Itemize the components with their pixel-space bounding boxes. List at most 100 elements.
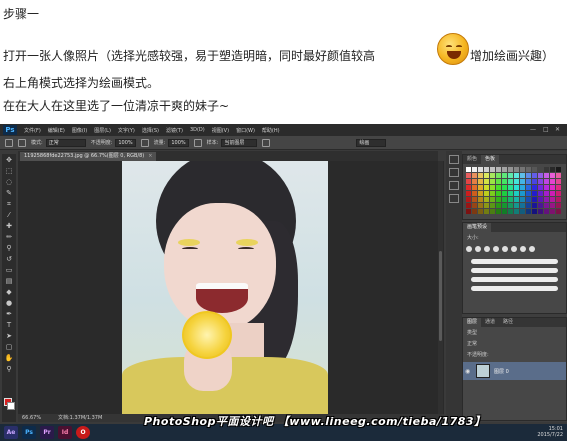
color-swatch[interactable]	[466, 203, 471, 208]
color-swatch[interactable]	[538, 167, 543, 172]
color-swatch[interactable]	[508, 203, 513, 208]
taskbar-opera[interactable]: O	[76, 426, 90, 439]
color-swatch[interactable]	[532, 209, 537, 214]
color-swatch[interactable]	[526, 167, 531, 172]
color-swatch[interactable]	[478, 197, 483, 202]
color-swatch[interactable]	[550, 203, 555, 208]
color-swatch[interactable]	[496, 173, 501, 178]
scrollbar-thumb[interactable]	[439, 251, 442, 341]
color-swatch[interactable]	[478, 167, 483, 172]
color-swatch[interactable]	[472, 191, 477, 196]
color-swatch[interactable]	[538, 197, 543, 202]
dodge-tool-icon[interactable]: ●	[4, 299, 14, 308]
color-swatch[interactable]	[526, 203, 531, 208]
taskbar-premiere[interactable]: Pr	[40, 426, 54, 439]
color-swatch[interactable]	[508, 185, 513, 190]
color-swatch[interactable]	[550, 191, 555, 196]
tab-swatches[interactable]: 色板	[481, 155, 500, 164]
color-swatch[interactable]	[544, 173, 549, 178]
menu-type[interactable]: 文字(Y)	[118, 127, 135, 134]
color-swatch[interactable]	[514, 179, 519, 184]
eraser-tool-icon[interactable]: ▭	[4, 266, 14, 275]
color-swatch[interactable]	[526, 185, 531, 190]
opacity-field[interactable]: 100%	[115, 138, 136, 147]
brush-stroke-preview[interactable]	[471, 259, 558, 264]
color-swatch[interactable]	[502, 197, 507, 202]
canvas-area[interactable]	[18, 161, 444, 414]
color-swatch[interactable]	[514, 197, 519, 202]
color-swatch[interactable]	[502, 173, 507, 178]
color-swatch[interactable]	[490, 191, 495, 196]
color-swatch[interactable]	[556, 203, 561, 208]
color-swatch[interactable]	[544, 191, 549, 196]
airbrush-icon[interactable]	[193, 138, 202, 147]
brush-tip-row[interactable]	[463, 243, 566, 255]
color-swatch[interactable]	[490, 179, 495, 184]
color-swatch[interactable]	[502, 185, 507, 190]
color-swatch[interactable]	[466, 167, 471, 172]
color-swatch[interactable]	[532, 173, 537, 178]
menu-edit[interactable]: 编辑(E)	[48, 127, 65, 134]
color-swatch[interactable]	[484, 209, 489, 214]
color-swatch[interactable]	[556, 179, 561, 184]
menu-view[interactable]: 视图(V)	[212, 127, 229, 134]
tab-color[interactable]: 颜色	[463, 155, 481, 164]
menu-window[interactable]: 窗口(W)	[236, 127, 255, 134]
menu-select[interactable]: 选择(S)	[142, 127, 159, 134]
minimize-icon[interactable]: —	[530, 126, 536, 133]
color-swatch[interactable]	[526, 173, 531, 178]
tab-paths[interactable]: 路径	[499, 318, 517, 327]
zoom-tool-icon[interactable]: ⚲	[4, 365, 14, 374]
close-tab-icon[interactable]: ×	[148, 153, 152, 159]
color-swatch[interactable]	[472, 179, 477, 184]
color-swatch[interactable]	[484, 173, 489, 178]
color-swatch[interactable]	[472, 197, 477, 202]
color-swatch[interactable]	[538, 173, 543, 178]
color-swatch[interactable]	[550, 185, 555, 190]
color-swatch[interactable]	[520, 185, 525, 190]
type-tool-icon[interactable]: T	[4, 321, 14, 330]
hand-tool-icon[interactable]: ✋	[4, 354, 14, 363]
menu-image[interactable]: 图像(I)	[72, 127, 87, 134]
color-swatch[interactable]	[502, 203, 507, 208]
color-swatch[interactable]	[484, 191, 489, 196]
color-swatch[interactable]	[502, 209, 507, 214]
layer-blend-mode[interactable]: 正常	[463, 338, 566, 349]
color-swatch[interactable]	[472, 185, 477, 190]
color-swatch[interactable]	[550, 167, 555, 172]
layer-kind-filter[interactable]: 类型	[463, 327, 566, 338]
color-swatch[interactable]	[484, 167, 489, 172]
tab-channels[interactable]: 通道	[481, 318, 499, 327]
shape-tool-icon[interactable]: ▢	[4, 343, 14, 352]
color-swatch[interactable]	[496, 167, 501, 172]
color-swatch[interactable]	[532, 167, 537, 172]
color-swatch[interactable]	[538, 179, 543, 184]
path-select-tool-icon[interactable]: ➤	[4, 332, 14, 341]
color-swatch[interactable]	[502, 167, 507, 172]
color-swatch[interactable]	[532, 179, 537, 184]
crop-tool-icon[interactable]: ⌗	[4, 200, 14, 209]
sample-select[interactable]: 当前图层	[221, 138, 258, 147]
gradient-tool-icon[interactable]: ▤	[4, 277, 14, 286]
flow-field[interactable]: 100%	[168, 138, 189, 147]
swatch-grid[interactable]	[463, 164, 566, 217]
color-swatch[interactable]	[520, 197, 525, 202]
color-swatch[interactable]	[508, 197, 513, 202]
brush-tip[interactable]	[466, 246, 472, 252]
tab-layers[interactable]: 图层	[463, 318, 482, 327]
menu-file[interactable]: 文件(F)	[24, 127, 41, 134]
color-swatch[interactable]	[496, 191, 501, 196]
color-swatch[interactable]	[520, 191, 525, 196]
brush-stroke-preview[interactable]	[471, 286, 558, 291]
color-swatch[interactable]	[508, 167, 513, 172]
color-swatch[interactable]	[508, 209, 513, 214]
color-swatch[interactable]	[478, 191, 483, 196]
blur-tool-icon[interactable]: ◆	[4, 288, 14, 297]
color-swatch[interactable]	[490, 197, 495, 202]
layer-name[interactable]: 图层 0	[494, 368, 509, 375]
color-swatch[interactable]	[550, 173, 555, 178]
color-swatch[interactable]	[520, 203, 525, 208]
color-swatch[interactable]	[484, 203, 489, 208]
color-swatch[interactable]	[526, 197, 531, 202]
color-swatch[interactable]	[526, 191, 531, 196]
